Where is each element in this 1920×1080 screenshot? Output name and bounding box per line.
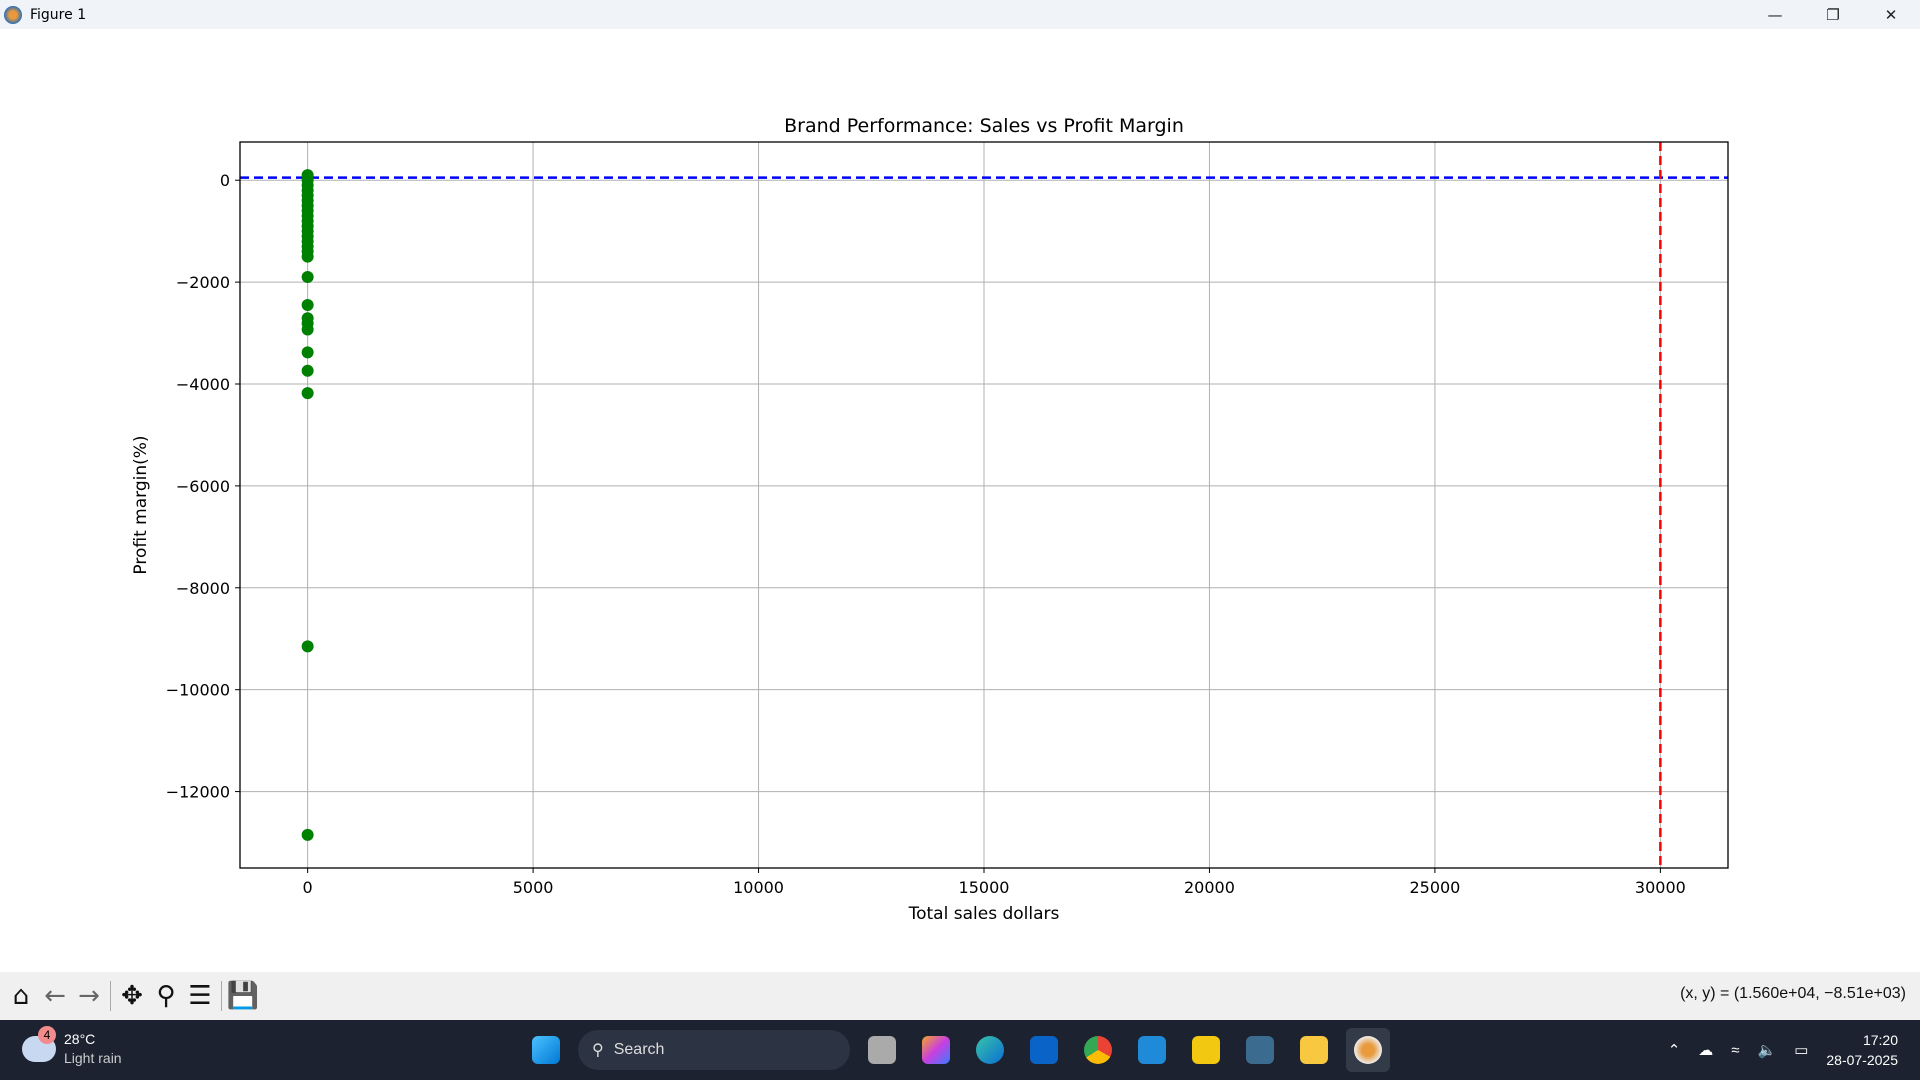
search-icon: ⚲	[592, 1042, 604, 1059]
x-tick-label: 30000	[1635, 878, 1686, 897]
data-point	[301, 828, 314, 841]
minimize-button[interactable]: —	[1746, 0, 1804, 29]
navigation-toolbar: ⌂ ← → ✥ ⚲ ☰ 💾	[0, 972, 1920, 1020]
title-bar: Figure 1 — ❐ ✕	[0, 0, 1920, 29]
data-point	[301, 299, 314, 312]
cloud-rain-icon: 4	[22, 1026, 56, 1062]
matplotlib-figure-icon[interactable]	[1346, 1028, 1390, 1072]
data-point	[301, 364, 314, 377]
edge-icon[interactable]	[968, 1028, 1012, 1072]
x-tick-label: 20000	[1184, 878, 1235, 897]
windows-start-icon[interactable]	[524, 1028, 568, 1072]
wifi-icon[interactable]: ≈	[1731, 1042, 1739, 1059]
data-point	[301, 346, 314, 359]
y-tick-label: 0	[220, 171, 230, 190]
pan-icon[interactable]: ✥	[115, 979, 149, 1013]
home-icon[interactable]: ⌂	[4, 979, 38, 1013]
data-point	[301, 250, 314, 263]
configure-subplots-icon[interactable]: ☰	[183, 979, 217, 1013]
data-point	[301, 387, 314, 400]
power-bi-icon[interactable]	[1184, 1028, 1228, 1072]
weather-widget[interactable]: 4 28°C Light rain	[22, 1026, 122, 1068]
y-tick-label: −10000	[166, 681, 230, 700]
outlook-icon[interactable]	[1022, 1028, 1066, 1072]
cursor-coordinates: (x, y) = (1.560e+04, −8.51e+03)	[1680, 985, 1906, 1002]
chrome-icon[interactable]	[1076, 1028, 1120, 1072]
zoom-icon[interactable]: ⚲	[149, 979, 183, 1013]
x-tick-label: 15000	[959, 878, 1010, 897]
vscode-icon[interactable]	[1130, 1028, 1174, 1072]
back-icon[interactable]: ←	[38, 979, 72, 1013]
y-tick-label: −8000	[176, 579, 230, 598]
x-tick-label: 10000	[733, 878, 784, 897]
y-axis-label: Profit margin(%)	[131, 435, 151, 574]
data-point	[301, 271, 314, 284]
battery-icon[interactable]: ▭	[1794, 1041, 1808, 1059]
search-placeholder: Search	[613, 1041, 665, 1058]
file-explorer-icon[interactable]	[1292, 1028, 1336, 1072]
weather-desc: Light rain	[64, 1050, 122, 1066]
scatter-chart: Brand Performance: Sales vs Profit Margi…	[131, 115, 1729, 924]
save-icon[interactable]: 💾	[226, 979, 260, 1013]
task-view-icon[interactable]	[860, 1028, 904, 1072]
restore-button[interactable]: ❐	[1804, 0, 1862, 29]
y-tick-label: −4000	[176, 375, 230, 394]
copilot-icon[interactable]	[914, 1028, 958, 1072]
taskbar: 4 28°C Light rain ⚲ Search ⌃ ☁ ≈ 🔈 ▭ 17:20…	[0, 1020, 1920, 1080]
onedrive-error-icon[interactable]: ☁	[1698, 1041, 1713, 1059]
date: 28-07-2025	[1826, 1052, 1898, 1068]
weather-temp: 28°C	[64, 1031, 96, 1047]
chart-title: Brand Performance: Sales vs Profit Margi…	[784, 115, 1184, 137]
data-point	[301, 640, 314, 653]
window-title: Figure 1	[30, 6, 87, 23]
separator	[221, 981, 222, 1011]
close-button[interactable]: ✕	[1862, 0, 1920, 29]
volume-icon[interactable]: 🔈	[1758, 1041, 1777, 1059]
figure-canvas[interactable]: Brand Performance: Sales vs Profit Margi…	[0, 29, 1920, 972]
clock[interactable]: 17:20 28-07-2025	[1826, 1030, 1898, 1070]
x-axis-label: Total sales dollars	[908, 904, 1060, 924]
x-tick-label: 25000	[1409, 878, 1460, 897]
x-tick-label: 5000	[513, 878, 554, 897]
y-tick-label: −12000	[166, 783, 230, 802]
forward-icon[interactable]: →	[72, 979, 106, 1013]
time: 17:20	[1862, 1032, 1898, 1048]
mysql-workbench-icon[interactable]	[1238, 1028, 1282, 1072]
search-box[interactable]: ⚲ Search	[578, 1030, 850, 1070]
data-point	[301, 323, 314, 336]
separator	[110, 981, 111, 1011]
notification-badge: 4	[38, 1026, 56, 1044]
y-tick-label: −2000	[176, 273, 230, 292]
x-tick-label: 0	[303, 878, 313, 897]
y-tick-label: −6000	[176, 477, 230, 496]
matplotlib-icon	[4, 5, 22, 24]
chevron-up-icon[interactable]: ⌃	[1668, 1041, 1681, 1059]
